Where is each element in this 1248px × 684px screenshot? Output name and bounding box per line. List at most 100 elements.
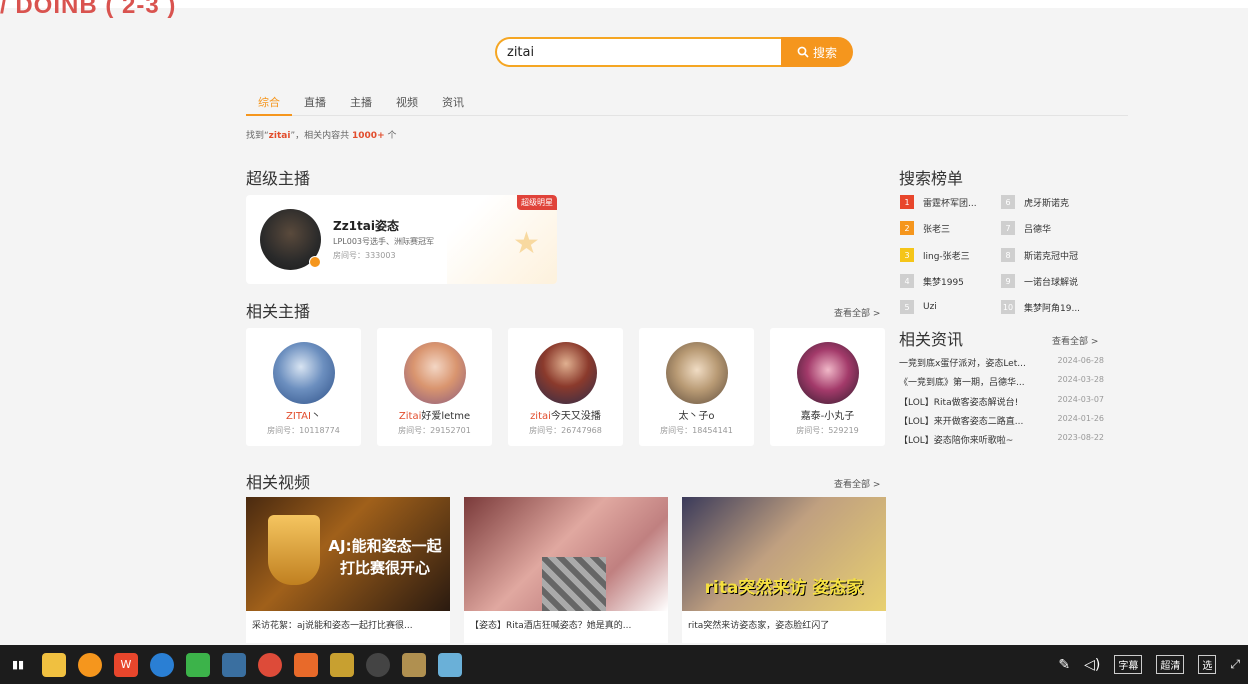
anchor-name: ZITAI丶 — [286, 411, 321, 422]
rank-item[interactable]: 1 雷霆杯军团... — [900, 195, 977, 209]
anchor-card[interactable]: Zitai好爱letme 房间号：29152701 — [377, 328, 492, 446]
rank-number: 8 — [1001, 248, 1015, 262]
tab-live[interactable]: 直播 — [292, 94, 338, 116]
star-icon: ★ — [513, 226, 540, 261]
rank-number: 2 — [900, 221, 914, 235]
app-icon[interactable] — [294, 652, 318, 677]
edit-icon[interactable]: ✎ — [1058, 657, 1070, 673]
app-icon[interactable] — [366, 652, 390, 677]
rank-number: 10 — [1001, 300, 1015, 314]
rank-number: 9 — [1001, 274, 1015, 288]
related-videos-view-all[interactable]: 查看全部 > — [834, 477, 880, 490]
news-item[interactable]: 一竞到底x蛋仔派对，姿态Let... 2024-06-28 — [899, 356, 1104, 369]
file-explorer-icon[interactable] — [42, 652, 66, 677]
rank-item[interactable]: 8 斯诺克冠中冠 — [1001, 248, 1078, 262]
huya-icon[interactable] — [330, 652, 354, 677]
subtitle-button[interactable]: 字幕 — [1114, 655, 1143, 674]
rank-item[interactable]: 7 吕德华 — [1001, 221, 1051, 235]
video-thumbnail[interactable]: rita突然来访 姿态家 — [682, 497, 886, 611]
video-title[interactable]: 采访花絮：aj说能和姿态一起打比赛很... — [246, 611, 450, 631]
rank-number: 7 — [1001, 221, 1015, 235]
video-thumbnail[interactable]: AJ:能和姿态一起打比赛很开心 — [246, 497, 450, 611]
rank-number: 3 — [900, 248, 914, 262]
rank-label: 集梦1995 — [923, 277, 964, 288]
search-input[interactable] — [495, 37, 781, 67]
news-title: 【LOL】姿态陪你来听歌啦~ — [899, 436, 1014, 446]
search-button[interactable]: 搜索 — [781, 37, 853, 67]
news-item[interactable]: 【LOL】姿态陪你来听歌啦~ 2023-08-22 — [899, 433, 1104, 446]
anchor-card[interactable]: zitai今天又没播 房间号：26747968 — [508, 328, 623, 446]
result-summary: 找到“zitai”，相关内容共 1000+ 个 — [246, 131, 397, 141]
tab-all[interactable]: 综合 — [246, 94, 292, 116]
video-overlay-title: / DOINB ( 2-3 ) — [0, 0, 177, 19]
rank-label: ling-张老三 — [923, 251, 970, 262]
video-title[interactable]: rita突然来访姿态家，姿态脸红闪了 — [682, 611, 886, 631]
rank-number: 4 — [900, 274, 914, 288]
super-anchor-card[interactable]: ★ 超级明星 Zz1tai姿态 LPL003号选手、洲际赛冠军 房间号：3330… — [246, 195, 557, 284]
lol-icon[interactable] — [402, 652, 426, 677]
avatar[interactable] — [796, 342, 859, 404]
avatar[interactable] — [534, 342, 597, 404]
anchor-card[interactable]: 太丶子o 房间号：18454141 — [639, 328, 754, 446]
anchor-name: Zitai好爱letme — [398, 411, 471, 422]
video-title[interactable]: 【姿态】Rita酒店狂喊姿态？她是真的... — [464, 611, 668, 631]
rank-item[interactable]: 5 Uzi — [900, 300, 937, 314]
wechat-icon[interactable] — [186, 652, 210, 677]
video-card[interactable]: 【姿态】Rita酒店狂喊姿态？她是真的... — [464, 497, 668, 643]
anchor-card[interactable]: ZITAI丶 房间号：10118774 — [246, 328, 361, 446]
tab-news[interactable]: 资讯 — [430, 94, 476, 116]
video-card[interactable]: AJ:能和姿态一起打比赛很开心 采访花絮：aj说能和姿态一起打比赛很... — [246, 497, 450, 643]
news-item[interactable]: 【LOL】来开做客姿态二路直... 2024-01-26 — [899, 414, 1104, 427]
live-badge-icon — [309, 256, 321, 268]
search-icon — [797, 46, 809, 58]
chrome-icon[interactable] — [258, 652, 282, 677]
start-icon[interactable]: ▮▮ — [6, 653, 30, 677]
avatar[interactable] — [272, 342, 335, 404]
news-view-all[interactable]: 查看全部 > — [1052, 334, 1098, 347]
result-keyword: zitai — [268, 131, 291, 141]
anchor-name: 嘉泰-小丸子 — [800, 411, 855, 422]
anchor-name: zitai今天又没播 — [530, 411, 601, 422]
tab-videos[interactable]: 视频 — [384, 94, 430, 116]
rank-item[interactable]: 10 集梦阿角19... — [1001, 300, 1080, 314]
app-icon[interactable] — [222, 652, 246, 677]
taskbar: ▮▮ W ✎ ◁) 字幕 超清 选 ⤢ — [0, 645, 1248, 684]
related-anchors-view-all[interactable]: 查看全部 > — [834, 306, 880, 319]
player-controls: ✎ ◁) 字幕 超清 选 ⤢ — [1058, 645, 1240, 684]
video-thumb-caption: rita突然来访 姿态家 — [704, 578, 864, 598]
super-anchor-name[interactable]: Zz1tai姿态 — [333, 217, 399, 234]
wps-icon[interactable]: W — [114, 652, 138, 677]
tab-anchors[interactable]: 主播 — [338, 94, 384, 116]
app-icon[interactable] — [438, 652, 462, 677]
rank-label: 张老三 — [923, 224, 951, 235]
edge-icon[interactable] — [150, 652, 174, 677]
news-item[interactable]: 《一竞到底》第一期，吕德华... 2024-03-28 — [899, 375, 1104, 388]
avatar[interactable] — [665, 342, 728, 404]
rank-label: 虎牙斯诺克 — [1024, 198, 1070, 209]
quality-button[interactable]: 超清 — [1156, 655, 1185, 674]
anchor-card[interactable]: 嘉泰-小丸子 房间号：529219 — [770, 328, 885, 446]
rank-number: 5 — [900, 300, 914, 314]
related-anchors-title: 相关主播 — [246, 302, 311, 321]
video-thumbnail[interactable] — [464, 497, 668, 611]
volume-icon[interactable]: ◁) — [1084, 657, 1100, 673]
rank-item[interactable]: 2 张老三 — [900, 221, 950, 235]
fullscreen-icon[interactable]: ⤢ — [1230, 657, 1240, 672]
rank-label: 雷霆杯军团... — [923, 198, 977, 209]
news-item[interactable]: 【LOL】Rita做客姿态解说台! 2024-03-07 — [899, 395, 1104, 408]
select-button[interactable]: 选 — [1198, 655, 1217, 674]
rank-item[interactable]: 4 集梦1995 — [900, 274, 964, 288]
anchor-room: 房间号：18454141 — [660, 426, 733, 435]
news-date: 2024-01-26 — [1057, 414, 1105, 423]
rank-item[interactable]: 3 ling-张老三 — [900, 248, 970, 262]
video-card[interactable]: rita突然来访 姿态家 rita突然来访姿态家，姿态脸红闪了 — [682, 497, 886, 643]
avatar[interactable] — [260, 209, 321, 270]
rank-item[interactable]: 9 一诺台球解说 — [1001, 274, 1078, 288]
news-date: 2024-03-07 — [1057, 395, 1105, 404]
search-button-label: 搜索 — [812, 45, 837, 60]
browser-icon[interactable] — [78, 652, 102, 677]
news-title: 一竞到底x蛋仔派对，姿态Let... — [899, 359, 1026, 369]
rank-number: 6 — [1001, 195, 1015, 209]
avatar[interactable] — [403, 342, 466, 404]
rank-item[interactable]: 6 虎牙斯诺克 — [1001, 195, 1069, 209]
